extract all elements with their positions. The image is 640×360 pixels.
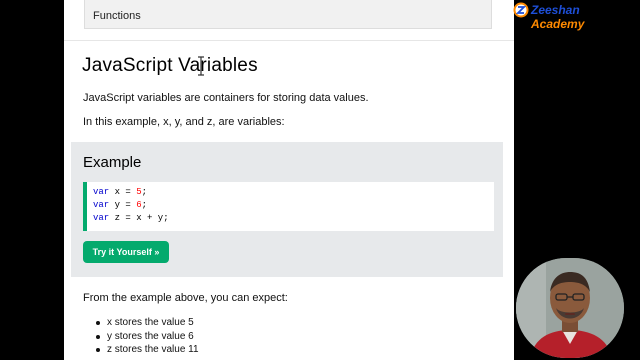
code-text: x = (109, 187, 137, 197)
code-line: var y = 6; (93, 199, 147, 212)
code-keyword: var (93, 213, 110, 223)
logo-text-primary: Zeeshan (531, 3, 580, 17)
nav-item-functions[interactable]: Functions (93, 10, 141, 22)
example-intro-text: In this example, x, y, and z, are variab… (83, 116, 285, 128)
code-line: var x = 5; (93, 186, 147, 199)
example-box: Example var x = 5; var y = 6; var z = x … (71, 142, 503, 277)
list-item: x stores the value 5 (92, 316, 199, 330)
code-text: z = x + y; (109, 213, 169, 223)
code-block: var x = 5; var y = 6; var z = x + y; (83, 182, 494, 231)
code-line: var z = x + y; (93, 212, 169, 225)
result-list: x stores the value 5 y stores the value … (92, 316, 199, 357)
code-keyword: var (93, 200, 110, 210)
logo-text: Zeeshan Academy (531, 3, 629, 31)
list-item: y stores the value 6 (92, 330, 199, 344)
try-it-yourself-button[interactable]: Try it Yourself » (83, 241, 169, 263)
expectation-text: From the example above, you can expect: (83, 292, 288, 304)
page-title: JavaScript Variables (82, 55, 258, 76)
logo-icon (513, 2, 529, 18)
presenter-webcam (516, 258, 624, 358)
logo-text-secondary: Academy (531, 17, 585, 31)
channel-logo: Zeeshan Academy (511, 0, 629, 31)
code-text: y = (109, 200, 137, 210)
intro-text: JavaScript variables are containers for … (83, 92, 369, 104)
divider (64, 40, 514, 41)
code-keyword: var (93, 187, 110, 197)
text-cursor-icon (198, 56, 204, 76)
tutorial-page: Functions JavaScript Variables JavaScrip… (64, 0, 514, 360)
presenter-image (516, 258, 624, 358)
code-end: ; (141, 187, 148, 197)
example-title: Example (83, 154, 142, 171)
code-end: ; (141, 200, 148, 210)
list-item: z stores the value 11 (92, 343, 199, 357)
sidebar-nav-box: Functions (84, 0, 492, 29)
